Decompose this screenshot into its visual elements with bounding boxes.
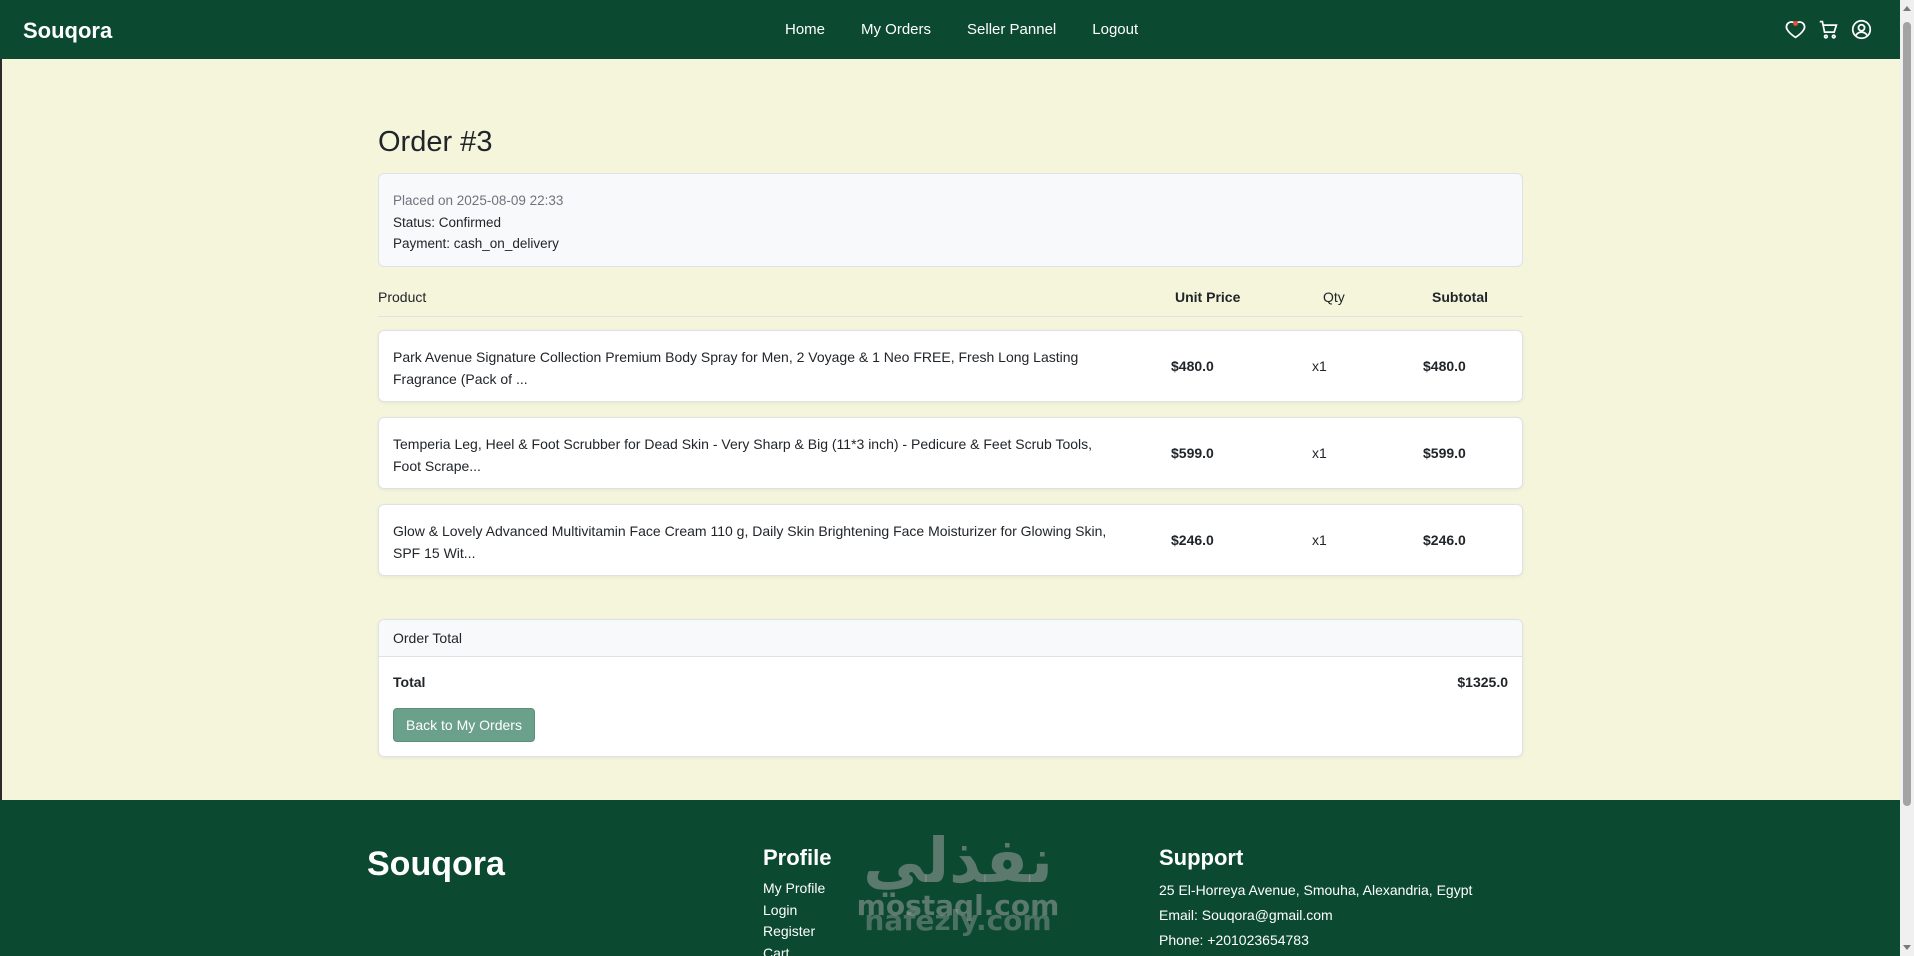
- back-to-my-orders-button[interactable]: Back to My Orders: [393, 708, 535, 742]
- item-subtotal: $599.0: [1423, 445, 1466, 461]
- footer-profile-title: Profile: [763, 845, 832, 870]
- nav-link-my-orders[interactable]: My Orders: [861, 21, 931, 38]
- item-unit-price: $246.0: [1171, 532, 1214, 548]
- navbar: Souqora Home My Orders Seller Pannel Log…: [0, 0, 1900, 59]
- item-product-name: Glow & Lovely Advanced Multivitamin Face…: [393, 523, 1107, 561]
- item-qty: x1: [1312, 445, 1327, 461]
- footer-link-cart[interactable]: Cart: [763, 943, 831, 956]
- scroll-up-arrow-icon[interactable]: [1903, 6, 1911, 11]
- nav-link-seller-panel[interactable]: Seller Pannel: [967, 21, 1056, 38]
- nav-link-logout[interactable]: Logout: [1092, 21, 1138, 38]
- item-product-name: Park Avenue Signature Collection Premium…: [393, 349, 1079, 387]
- item-qty: x1: [1312, 358, 1327, 374]
- order-item-row: Temperia Leg, Heel & Foot Scrubber for D…: [378, 417, 1523, 489]
- item-unit-price: $599.0: [1171, 445, 1214, 461]
- order-total-header: Order Total: [379, 620, 1522, 657]
- favorites-badge: [1793, 21, 1798, 26]
- heart-icon[interactable]: [1785, 19, 1806, 40]
- order-total-row: Total $1325.0: [393, 674, 1508, 690]
- brand-logo[interactable]: Souqora: [23, 18, 112, 44]
- user-icon[interactable]: [1851, 19, 1872, 40]
- item-subtotal: $246.0: [1423, 532, 1466, 548]
- order-placed-date: Placed on 2025-08-09 22:33: [393, 193, 564, 208]
- column-header-subtotal: Subtotal: [1432, 289, 1488, 305]
- item-unit-price: $480.0: [1171, 358, 1214, 374]
- footer-profile-section: Profile My Profile Login Register Cart: [763, 845, 831, 956]
- order-total-card: Order Total Total $1325.0 Back to My Ord…: [378, 619, 1523, 757]
- item-qty: x1: [1312, 532, 1327, 548]
- scrollbar-thumb[interactable]: [1903, 22, 1911, 806]
- total-label: Total: [393, 674, 426, 690]
- nav-icons: [1785, 19, 1872, 40]
- nav-links: Home My Orders Seller Pannel Logout: [785, 21, 1174, 38]
- column-header-product: Product: [378, 289, 427, 305]
- column-header-unit-price: Unit Price: [1175, 289, 1241, 305]
- order-status: Status: Confirmed: [393, 214, 502, 230]
- order-payment: Payment: cash_on_delivery: [393, 236, 559, 251]
- item-subtotal: $480.0: [1423, 358, 1466, 374]
- page-scrollbar[interactable]: [1900, 0, 1914, 956]
- scroll-down-arrow-icon[interactable]: [1903, 945, 1911, 950]
- column-header-qty: Qty: [1323, 289, 1345, 305]
- order-item-row: Glow & Lovely Advanced Multivitamin Face…: [378, 504, 1523, 576]
- items-table-header: Product Unit Price Qty Subtotal: [378, 283, 1523, 317]
- cart-icon[interactable]: [1818, 19, 1839, 40]
- footer-email: Email: Souqora@gmail.com: [1159, 907, 1333, 923]
- footer-brand: Souqora: [367, 845, 505, 883]
- nav-link-home[interactable]: Home: [785, 21, 825, 38]
- footer-link-login[interactable]: Login: [763, 900, 831, 922]
- footer-link-register[interactable]: Register: [763, 921, 831, 943]
- item-product-name: Temperia Leg, Heel & Foot Scrubber for D…: [393, 436, 1093, 474]
- footer: Souqora Profile My Profile Login Registe…: [0, 800, 1900, 956]
- order-item-row: Park Avenue Signature Collection Premium…: [378, 330, 1523, 402]
- footer-support-section: Support 25 El-Horreya Avenue, Smouha, Al…: [1159, 845, 1472, 953]
- page-title: Order #3: [378, 126, 493, 158]
- footer-support-title: Support: [1159, 845, 1244, 870]
- footer-phone: Phone: +201023654783: [1159, 932, 1309, 948]
- order-info-box: Placed on 2025-08-09 22:33 Status: Confi…: [378, 173, 1523, 267]
- footer-address: 25 El-Horreya Avenue, Smouha, Alexandria…: [1159, 882, 1473, 898]
- total-amount: $1325.0: [1457, 674, 1508, 690]
- footer-link-my-profile[interactable]: My Profile: [763, 878, 831, 900]
